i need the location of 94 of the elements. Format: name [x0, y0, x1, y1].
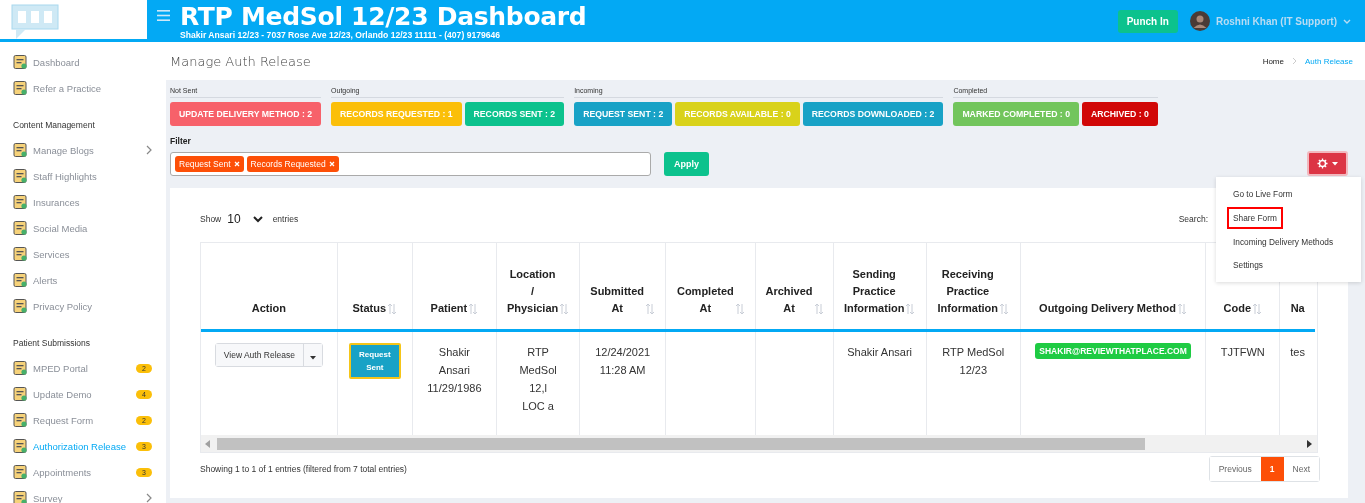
document-icon	[12, 194, 28, 210]
status-badge: SHAKIR@REVIEWTHATPLACE.COM	[1035, 343, 1191, 359]
document-icon	[12, 54, 28, 70]
caret-icon[interactable]	[1343, 18, 1351, 24]
sort-icon[interactable]	[468, 303, 479, 315]
sidebar-item[interactable]: Social Media	[0, 215, 166, 241]
scroll-left-icon[interactable]	[205, 439, 211, 448]
sidebar-item[interactable]: Alerts	[0, 267, 166, 293]
page-title: Manage Auth Release	[170, 53, 311, 69]
sort-icon[interactable]	[645, 303, 656, 315]
breadcrumb-link[interactable]: Home	[1262, 56, 1284, 66]
status-filter-button[interactable]: ARCHIVED : 0	[1082, 102, 1158, 126]
document-icon	[12, 464, 28, 480]
entries-info: Showing 1 to 1 of 1 entries (filtered from 7 total entries)	[200, 464, 407, 474]
column-header[interactable]: Code	[1223, 300, 1251, 317]
column-header[interactable]: Submitted At	[590, 283, 645, 317]
search-label: Search:	[1178, 214, 1208, 224]
menu-item[interactable]: Share Form	[1227, 207, 1283, 229]
sort-icon[interactable]	[999, 303, 1010, 315]
document-icon	[12, 412, 28, 428]
column-header[interactable]: Sending Practice Information	[843, 266, 905, 317]
filter-tag[interactable]: Request Sent	[175, 155, 244, 172]
chevron-down-icon	[252, 215, 263, 223]
chevron-icon	[146, 145, 152, 155]
column-header[interactable]: Completed At	[676, 283, 734, 317]
table-cell-text: TJTFWN	[1220, 345, 1265, 360]
entries-select[interactable]: 10	[227, 212, 267, 226]
caret-icon	[1332, 161, 1338, 166]
chevron-icon	[1291, 57, 1297, 65]
table-cell-text: Shakir Ansari 11/29/1986	[427, 345, 482, 396]
sidebar-item[interactable]: Insurances	[0, 189, 166, 215]
document-icon	[12, 438, 28, 454]
show-label: Show	[200, 214, 222, 224]
sidebar-item[interactable]: Survey	[0, 485, 166, 503]
sidebar-item[interactable]: Dashboard	[0, 49, 166, 75]
sidebar-item[interactable]: Staff Highlights	[0, 163, 166, 189]
sort-icon[interactable]	[813, 303, 824, 315]
entries-label: entries	[272, 214, 299, 224]
table-cell-text: tes	[1290, 345, 1305, 360]
document-icon	[12, 142, 28, 158]
menu-item[interactable]: Incoming Delivery Methods	[1227, 231, 1349, 253]
sidebar-item[interactable]: Services	[0, 241, 166, 267]
document-icon	[12, 490, 28, 503]
horizontal-scrollbar[interactable]	[201, 435, 1317, 452]
column-header[interactable]: Receiving Practice Information	[937, 266, 999, 317]
sidebar-item[interactable]: Privacy Policy	[0, 293, 166, 319]
status-badge: Request Sent	[349, 343, 401, 379]
filter-label: Filter	[170, 136, 192, 146]
menu-item[interactable]: Settings	[1227, 254, 1349, 276]
column-header[interactable]: Patient	[430, 300, 468, 317]
column-header[interactable]: Archived At	[765, 283, 813, 317]
sort-icon[interactable]	[387, 303, 398, 315]
settings-button[interactable]	[1307, 151, 1348, 176]
column-header[interactable]: Action	[251, 300, 286, 317]
sort-icon[interactable]	[559, 303, 570, 315]
column-header[interactable]: Na	[1290, 300, 1305, 317]
section-heading: Patient Submissions	[12, 337, 91, 350]
sort-icon[interactable]	[905, 303, 916, 315]
pagination-button[interactable]: 1	[1260, 457, 1284, 481]
filter-tag[interactable]: Records Requested	[246, 155, 339, 172]
scroll-right-icon[interactable]	[1307, 439, 1313, 448]
sort-icon[interactable]	[734, 303, 745, 315]
document-icon	[12, 386, 28, 402]
avatar-icon	[1189, 11, 1210, 31]
sort-icon[interactable]	[1177, 303, 1187, 315]
document-icon	[12, 246, 28, 262]
document-icon	[12, 272, 28, 288]
close-icon[interactable]	[328, 160, 335, 167]
table-cell-text: RTP MedSol 12,l LOC a	[519, 345, 557, 414]
document-icon	[12, 168, 28, 184]
sidebar-item[interactable]: Manage Blogs	[0, 137, 166, 163]
close-icon[interactable]	[233, 160, 240, 167]
column-header[interactable]: Location / Physician	[506, 266, 559, 317]
practice-address: Shakir Ansari 12/23 - 7037 Rose Ave 12/23, Orlando 12/23 11111 - (407) 9179646	[180, 29, 502, 40]
section-heading: Content Management	[12, 119, 96, 132]
table-cell-text: 12/24/2021 11:28 AM	[595, 345, 651, 378]
column-header[interactable]: Status	[352, 300, 387, 317]
settings-icon	[1317, 158, 1328, 169]
dashboard-title: RTP MedSol 12/23 Dashboard	[180, 2, 587, 30]
menu-item[interactable]: Go to Live Form	[1227, 183, 1349, 205]
caret-icon	[309, 355, 316, 360]
chevron-icon	[146, 493, 152, 503]
filter-field[interactable]: Request Sent Records Requested	[170, 151, 651, 176]
document-icon	[12, 220, 28, 236]
sidebar-item[interactable]: Refer a Practice	[0, 75, 166, 101]
view-button[interactable]: View Auth Release	[215, 344, 304, 366]
column-header[interactable]: Outgoing Delivery Method	[1039, 300, 1176, 317]
document-icon	[12, 298, 28, 314]
table-cell-text: RTP MedSol 12/23	[942, 345, 1005, 378]
menu-icon[interactable]	[157, 9, 170, 21]
sort-icon[interactable]	[1252, 303, 1262, 315]
document-icon	[12, 80, 28, 96]
table-cell-text: Shakir Ansari	[847, 345, 913, 360]
document-icon	[12, 360, 28, 376]
